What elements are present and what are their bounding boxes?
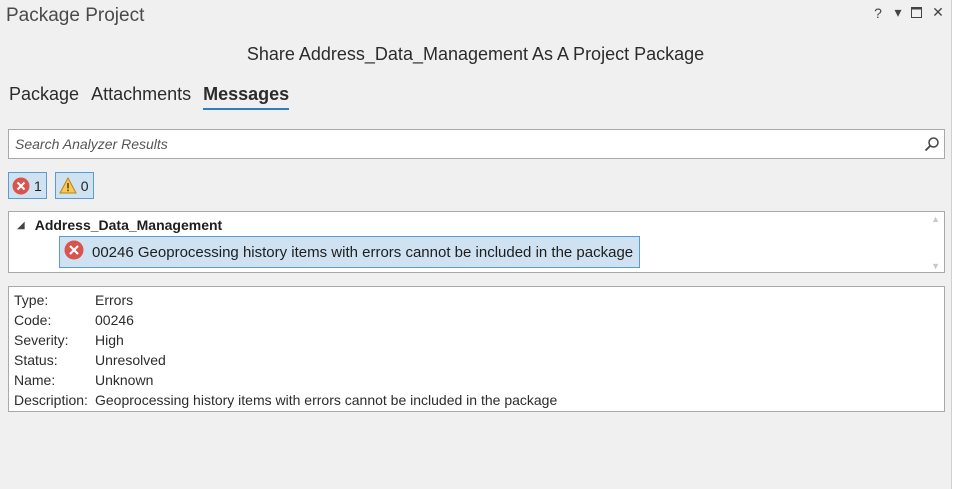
chevron-down-icon[interactable]: ▾ <box>891 4 905 21</box>
detail-row-type: Type: Errors <box>14 290 939 310</box>
tab-package[interactable]: Package <box>9 84 79 110</box>
detail-row-name: Name: Unknown <box>14 370 939 390</box>
tree-error-item-label: 00246 Geoprocessing history items with e… <box>92 243 634 261</box>
detail-row-severity: Severity: High <box>14 330 939 350</box>
error-count: 1 <box>34 177 42 194</box>
detail-row-description: Description: Geoprocessing history items… <box>14 390 939 410</box>
scroll-up-arrow-icon[interactable]: ▲ <box>931 214 940 224</box>
search-icon[interactable] <box>924 136 940 152</box>
detail-value: Unknown <box>95 372 154 388</box>
search-input[interactable] <box>15 130 915 158</box>
close-button[interactable]: ✕ <box>931 4 945 21</box>
detail-row-status: Status: Unresolved <box>14 350 939 370</box>
detail-key: Severity: <box>14 332 69 348</box>
detail-key: Type: <box>14 292 49 308</box>
scroll-down-arrow-icon[interactable]: ▼ <box>931 261 940 271</box>
error-filter-button[interactable]: 1 <box>8 172 47 199</box>
detail-key: Name: <box>14 372 56 388</box>
window-controls: ? ▾ ✕ <box>871 4 945 21</box>
detail-value: High <box>95 332 124 348</box>
warning-icon <box>58 177 77 194</box>
package-project-pane: Package Project ? ▾ ✕ Share Address_Data… <box>0 0 951 489</box>
collapse-caret-icon[interactable]: ◢ <box>17 220 25 231</box>
error-icon <box>12 177 30 195</box>
tree-root-label: Address_Data_Management <box>34 217 223 233</box>
search-box <box>8 129 945 159</box>
message-details: Type: Errors Code: 00246 Severity: High … <box>8 286 945 412</box>
page-title: Share Address_Data_Management As A Proje… <box>246 44 705 64</box>
detail-row-code: Code: 00246 <box>14 310 939 330</box>
warning-filter-button[interactable]: 0 <box>54 172 94 199</box>
analyzer-results-tree: ◢ Address_Data_Management 00246 Geoproce… <box>8 211 945 273</box>
detail-key: Status: <box>14 352 58 368</box>
title-bar: Package Project ? ▾ ✕ <box>0 0 951 32</box>
maximize-button[interactable] <box>911 7 925 18</box>
tab-bar: Package Attachments Messages <box>9 84 290 110</box>
help-button[interactable]: ? <box>871 5 885 21</box>
tree-error-item[interactable]: 00246 Geoprocessing history items with e… <box>59 236 641 268</box>
detail-value: 00246 <box>95 312 134 328</box>
message-filters: 1 0 <box>8 172 94 199</box>
detail-value: Unresolved <box>95 352 166 368</box>
warning-count: 0 <box>80 177 89 194</box>
detail-key: Description: <box>14 392 88 408</box>
pane-title: Package Project <box>6 5 145 26</box>
pane-edge <box>951 0 956 489</box>
detail-value: Geoprocessing history items with errors … <box>95 392 558 408</box>
tab-attachments[interactable]: Attachments <box>91 84 191 110</box>
error-icon <box>64 240 84 264</box>
tab-messages[interactable]: Messages <box>203 84 290 110</box>
detail-key: Code: <box>14 312 52 328</box>
detail-value: Errors <box>95 292 134 308</box>
tree-root-node[interactable]: ◢ Address_Data_Management <box>17 217 222 233</box>
